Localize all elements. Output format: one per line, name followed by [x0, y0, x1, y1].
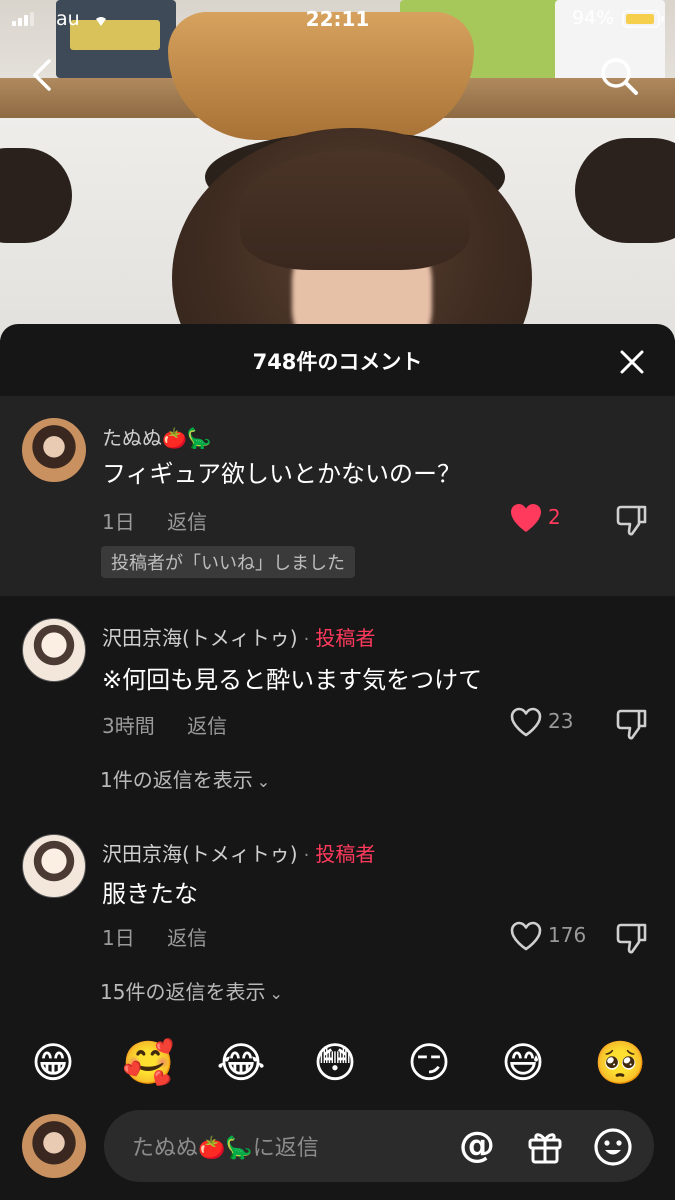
avatar[interactable] [22, 834, 86, 898]
battery-level [626, 14, 654, 24]
comment-username[interactable]: 沢田京海(トメィトゥ) [102, 626, 298, 650]
reply-input-placeholder: たぬぬ🍅🦕に返信 [132, 1136, 319, 1161]
emoji-button[interactable]: 😏 [404, 1038, 454, 1088]
status-bar: au 22:11 94% [0, 0, 675, 40]
like-count: 23 [548, 709, 574, 733]
separator-dot: · [303, 629, 310, 650]
dislike-icon[interactable] [612, 704, 652, 744]
comment-age: 1日 [102, 926, 135, 950]
current-user-avatar[interactable] [22, 1114, 86, 1178]
comments-sheet: 748件のコメント たぬぬ🍅🦕 フィギュア欲しいとかないのー？ 1日 返信 2 … [0, 324, 675, 1200]
comment-text: フィギュア欲しいとかないのー？ [102, 460, 462, 488]
emoji-quick-bar: 😁 🥰 😂 😳 😏 😅 🥺 [0, 1030, 675, 1094]
comment-username[interactable]: 沢田京海(トメィトゥ) [102, 842, 298, 866]
dislike-icon[interactable] [612, 500, 652, 540]
person-bangs [240, 150, 470, 270]
creator-liked-badge: 投稿者が「いいね」しました [101, 546, 355, 578]
emoji-button[interactable]: 😅 [498, 1038, 548, 1088]
comment-age: 3時間 [102, 714, 155, 738]
emoji-button[interactable]: 🥺 [594, 1038, 646, 1088]
comment-username[interactable]: たぬぬ🍅🦕 [102, 422, 212, 451]
like-button[interactable]: 23 [506, 704, 596, 740]
view-replies-label: 1件の返信を表示 [100, 768, 253, 792]
reply-button[interactable]: 返信 [167, 510, 207, 534]
battery-nub [661, 16, 664, 22]
comment-username-line: 沢田京海(トメィトゥ) · 投稿者 [102, 622, 375, 651]
view-replies-button[interactable]: 1件の返信を表示 ⌄ [100, 764, 270, 793]
reply-button[interactable]: 返信 [167, 926, 207, 950]
close-icon[interactable] [612, 342, 652, 382]
separator-dot: · [303, 845, 310, 866]
smiley-icon[interactable] [592, 1126, 634, 1168]
dislike-icon[interactable] [612, 918, 652, 958]
heart-filled-icon [511, 504, 541, 532]
comment-age: 1日 [102, 510, 135, 534]
comment-username-line: 沢田京海(トメィトゥ) · 投稿者 [102, 838, 375, 867]
mention-button[interactable]: @ [456, 1125, 498, 1167]
view-replies-label: 15件の返信を表示 [100, 980, 266, 1004]
comments-count-title: 748件のコメント [252, 350, 423, 374]
author-badge: 投稿者 [315, 842, 376, 866]
comment-meta: 1日 返信 [102, 922, 207, 951]
chevron-down-icon: ⌄ [256, 772, 271, 791]
author-badge: 投稿者 [315, 626, 376, 650]
avatar[interactable] [22, 618, 86, 682]
chevron-down-icon: ⌄ [269, 984, 283, 1003]
comment-meta: 3時間 返信 [102, 710, 227, 739]
search-icon[interactable] [595, 52, 643, 100]
like-button[interactable]: 176 [506, 918, 596, 954]
view-replies-button[interactable]: 15件の返信を表示 ⌄ [100, 976, 283, 1005]
like-count: 176 [548, 923, 587, 947]
battery-icon [622, 10, 664, 28]
gift-icon[interactable] [524, 1126, 566, 1168]
emoji-button[interactable]: 🥰 [122, 1038, 174, 1088]
heart-outline-icon [510, 921, 542, 951]
chevron-left-icon[interactable] [24, 55, 64, 95]
reply-input[interactable]: たぬぬ🍅🦕に返信 @ [104, 1110, 654, 1182]
like-count: 2 [548, 505, 561, 529]
reply-button[interactable]: 返信 [187, 714, 227, 738]
emoji-button[interactable]: 😂 [216, 1038, 266, 1088]
comment-text: ※何回も見ると酔います気をつけて [102, 666, 483, 694]
video-background[interactable] [0, 0, 675, 340]
emoji-button[interactable]: 😁 [28, 1038, 78, 1088]
emoji-button[interactable]: 😳 [310, 1038, 360, 1088]
reply-input-row: たぬぬ🍅🦕に返信 @ [0, 1110, 675, 1182]
battery-percent: 94% [572, 7, 615, 29]
like-button[interactable]: 2 [506, 500, 596, 536]
comment-text: 服きたな [102, 880, 198, 908]
comment-meta: 1日 返信 [102, 506, 207, 535]
stool-right [575, 138, 675, 243]
avatar[interactable] [22, 418, 86, 482]
heart-outline-icon [510, 707, 542, 737]
